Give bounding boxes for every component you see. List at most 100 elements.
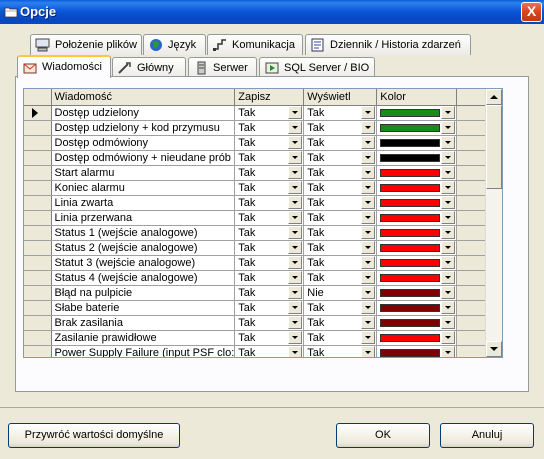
chevron-down-icon[interactable] <box>361 301 376 314</box>
show-cell[interactable]: Tak <box>303 330 378 346</box>
chevron-down-icon[interactable] <box>288 121 303 134</box>
show-cell[interactable]: Tak <box>303 315 378 331</box>
table-row[interactable]: Status 2 (wejście analogowe) Tak Tak <box>24 240 496 256</box>
chevron-down-icon[interactable] <box>441 181 456 194</box>
save-cell[interactable]: Tak <box>234 255 305 271</box>
color-cell[interactable] <box>376 270 458 286</box>
chevron-down-icon[interactable] <box>441 106 456 119</box>
tab-server[interactable]: Serwer <box>188 57 257 78</box>
chevron-down-icon[interactable] <box>441 196 456 209</box>
close-button[interactable]: X <box>521 2 542 22</box>
chevron-down-icon[interactable] <box>288 196 303 209</box>
color-cell[interactable] <box>376 150 458 166</box>
table-row[interactable]: Linia zwarta Tak Tak <box>24 195 496 211</box>
chevron-down-icon[interactable] <box>441 166 456 179</box>
show-cell[interactable]: Tak <box>303 300 378 316</box>
color-cell[interactable] <box>376 240 458 256</box>
message-cell[interactable]: Słabe baterie <box>51 300 236 316</box>
chevron-down-icon[interactable] <box>361 256 376 269</box>
chevron-down-icon[interactable] <box>288 316 303 329</box>
tab-file-locations[interactable]: Położenie plików <box>30 34 142 55</box>
chevron-down-icon[interactable] <box>441 226 456 239</box>
chevron-down-icon[interactable] <box>441 346 456 357</box>
color-cell[interactable] <box>376 300 458 316</box>
message-cell[interactable]: Dostęp udzielony + kod przymusu <box>51 120 236 136</box>
show-cell[interactable]: Tak <box>303 195 378 211</box>
tab-main[interactable]: Główny <box>112 57 186 78</box>
restore-defaults-button[interactable]: Przywróć wartości domyślne <box>8 423 180 448</box>
color-cell[interactable] <box>376 285 458 301</box>
save-cell[interactable]: Tak <box>234 330 305 346</box>
chevron-down-icon[interactable] <box>441 271 456 284</box>
tab-communication[interactable]: Komunikacja <box>207 34 303 55</box>
chevron-down-icon[interactable] <box>288 286 303 299</box>
color-cell[interactable] <box>376 180 458 196</box>
message-cell[interactable]: Koniec alarmu <box>51 180 236 196</box>
save-cell[interactable]: Tak <box>234 225 305 241</box>
chevron-down-icon[interactable] <box>288 106 303 119</box>
chevron-down-icon[interactable] <box>361 286 376 299</box>
tab-sql-server[interactable]: SQL Server / BIO <box>259 57 375 78</box>
message-cell[interactable]: Statut 3 (wejście analogowe) <box>51 255 236 271</box>
color-cell[interactable] <box>376 255 458 271</box>
message-cell[interactable]: Start alarmu <box>51 165 236 181</box>
chevron-down-icon[interactable] <box>441 331 456 344</box>
vertical-scrollbar[interactable] <box>485 89 502 357</box>
show-cell[interactable]: Tak <box>303 180 378 196</box>
header-message[interactable]: Wiadomość <box>51 89 236 106</box>
color-cell[interactable] <box>376 315 458 331</box>
chevron-down-icon[interactable] <box>361 241 376 254</box>
chevron-down-icon[interactable] <box>441 256 456 269</box>
chevron-down-icon[interactable] <box>361 196 376 209</box>
tab-messages[interactable]: Wiadomości <box>17 55 111 78</box>
color-cell[interactable] <box>376 330 458 346</box>
tab-language[interactable]: Język <box>143 34 206 55</box>
tab-log-history[interactable]: Dziennik / Historia zdarzeń <box>305 34 471 55</box>
color-cell[interactable] <box>376 345 458 357</box>
message-cell[interactable]: Dostęp odmówiony + nieudane prób <box>51 150 236 166</box>
color-cell[interactable] <box>376 195 458 211</box>
chevron-down-icon[interactable] <box>361 106 376 119</box>
show-cell[interactable]: Tak <box>303 210 378 226</box>
show-cell[interactable]: Tak <box>303 150 378 166</box>
chevron-down-icon[interactable] <box>288 331 303 344</box>
show-cell[interactable]: Tak <box>303 345 378 357</box>
chevron-down-icon[interactable] <box>361 211 376 224</box>
header-save[interactable]: Zapisz <box>234 89 305 106</box>
table-row[interactable]: Statut 3 (wejście analogowe) Tak Tak <box>24 255 496 271</box>
show-cell[interactable]: Tak <box>303 165 378 181</box>
message-cell[interactable]: Status 4 (wejście analogowe) <box>51 270 236 286</box>
chevron-down-icon[interactable] <box>361 316 376 329</box>
chevron-down-icon[interactable] <box>361 121 376 134</box>
table-row[interactable]: Zasilanie prawidłowe Tak Tak <box>24 330 496 346</box>
cancel-button[interactable]: Anuluj <box>440 423 534 448</box>
color-cell[interactable] <box>376 210 458 226</box>
header-show[interactable]: Wyświetl <box>303 89 378 106</box>
save-cell[interactable]: Tak <box>234 285 305 301</box>
chevron-down-icon[interactable] <box>288 211 303 224</box>
save-cell[interactable]: Tak <box>234 240 305 256</box>
scroll-down-button[interactable] <box>486 341 502 357</box>
show-cell[interactable]: Tak <box>303 255 378 271</box>
message-cell[interactable]: Zasilanie prawidłowe <box>51 330 236 346</box>
chevron-down-icon[interactable] <box>441 301 456 314</box>
chevron-down-icon[interactable] <box>361 271 376 284</box>
color-cell[interactable] <box>376 225 458 241</box>
save-cell[interactable]: Tak <box>234 300 305 316</box>
chevron-down-icon[interactable] <box>288 256 303 269</box>
show-cell[interactable]: Tak <box>303 225 378 241</box>
save-cell[interactable]: Tak <box>234 210 305 226</box>
chevron-down-icon[interactable] <box>361 136 376 149</box>
show-cell[interactable]: Nie <box>303 285 378 301</box>
show-cell[interactable]: Tak <box>303 135 378 151</box>
table-row[interactable]: Status 4 (wejście analogowe) Tak Tak <box>24 270 496 286</box>
table-row[interactable]: Dostęp udzielony + kod przymusu Tak Tak <box>24 120 496 136</box>
chevron-down-icon[interactable] <box>288 241 303 254</box>
ok-button[interactable]: OK <box>336 423 430 448</box>
message-cell[interactable]: Linia przerwana <box>51 210 236 226</box>
chevron-down-icon[interactable] <box>361 181 376 194</box>
save-cell[interactable]: Tak <box>234 180 305 196</box>
table-row[interactable]: Dostęp udzielony Tak Tak <box>24 105 496 121</box>
chevron-down-icon[interactable] <box>441 286 456 299</box>
chevron-down-icon[interactable] <box>288 301 303 314</box>
